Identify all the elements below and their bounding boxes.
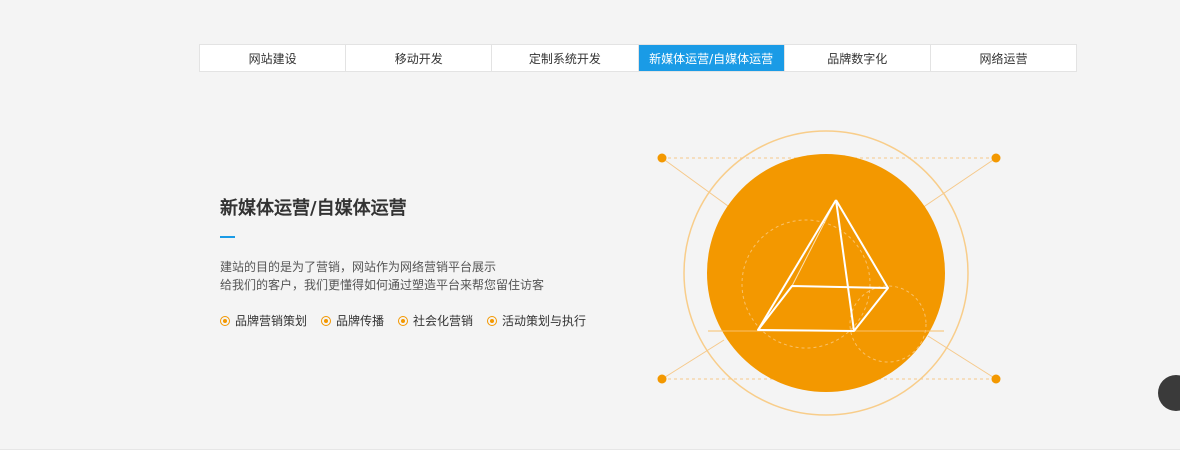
section-title: 新媒体运营/自媒体运营 <box>220 198 407 219</box>
tab-mobile-development[interactable]: 移动开发 <box>346 45 493 71</box>
radio-dot-icon <box>398 315 409 326</box>
radio-dot-icon <box>220 315 230 326</box>
feature-label: 品牌营销策划 <box>235 314 308 328</box>
corner-dot <box>991 153 1001 163</box>
radio-dot-icon <box>321 315 332 326</box>
tab-network-operation[interactable]: 网络运营 <box>931 45 1076 71</box>
bottom-status-bar <box>0 449 1180 456</box>
title-accent-bar <box>220 236 235 238</box>
feature-label: 品牌传播 <box>336 314 385 328</box>
connector-tl <box>661 157 729 207</box>
corner-dot <box>991 374 1001 384</box>
section-description: 建站的目的是为了营销，网站作为网络营销平台展示 给我们的客户，我们更懂得如何通过… <box>220 258 640 294</box>
feature-item: 社会化营销 <box>398 312 473 329</box>
radio-dot-icon <box>487 315 498 326</box>
description-line: 给我们的客户，我们更懂得如何通过塑造平台来帮您留住访客 <box>220 278 545 292</box>
feature-item: 品牌营销策划 <box>220 312 307 329</box>
tab-new-media[interactable]: 新媒体运营/自媒体运营 <box>638 45 785 71</box>
feature-item: 活动策划与执行 <box>487 312 586 329</box>
feature-label: 活动策划与执行 <box>502 314 587 328</box>
corner-dot <box>657 153 667 163</box>
service-tabs: 网站建设 移动开发 定制系统开发 新媒体运营/自媒体运营 品牌数字化 网络运营 <box>199 44 1077 72</box>
tab-custom-system[interactable]: 定制系统开发 <box>492 45 639 71</box>
corner-dot <box>657 374 667 384</box>
feature-list: 品牌营销策划 品牌传播 社会化营销 活动策划与执行 <box>220 312 640 329</box>
connector-bl <box>661 339 725 380</box>
tab-website-building[interactable]: 网站建设 <box>200 45 347 71</box>
pyramid-illustration <box>657 130 1001 416</box>
connector-br <box>927 335 997 380</box>
tab-brand-digital[interactable]: 品牌数字化 <box>785 45 931 71</box>
feature-item: 品牌传播 <box>321 312 384 329</box>
feature-label: 社会化营销 <box>413 314 474 328</box>
description-line: 建站的目的是为了营销，网站作为网络营销平台展示 <box>220 260 497 274</box>
service-content: 新媒体运营/自媒体运营 建站的目的是为了营销，网站作为网络营销平台展示 给我们的… <box>220 196 640 329</box>
connector-tr <box>921 157 997 209</box>
floating-action-button[interactable] <box>1158 375 1180 411</box>
